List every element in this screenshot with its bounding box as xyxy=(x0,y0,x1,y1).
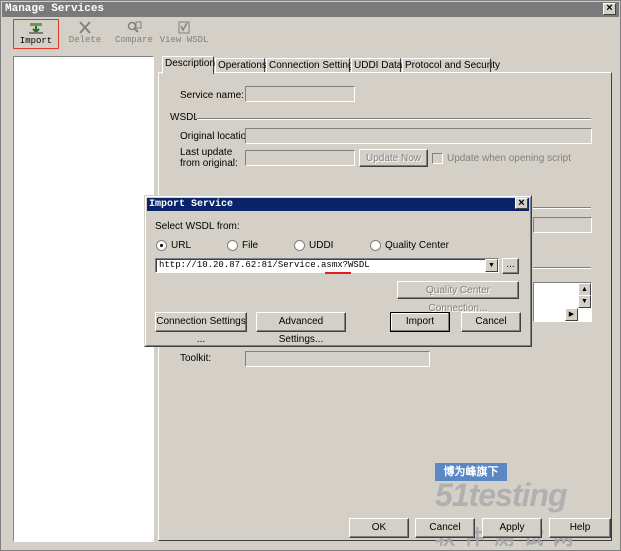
last-update-field xyxy=(245,150,355,166)
wsdl-url-combobox[interactable]: http://10.20.87.62:81/Service.asmx?WSDL xyxy=(155,258,499,273)
service-name-field xyxy=(245,86,355,102)
connection-settings-button[interactable]: Connection Settings ... xyxy=(155,312,247,345)
view-wsdl-toolbar-button[interactable]: View WSDL xyxy=(159,19,209,49)
import-dialog-titlebar: Import Service xyxy=(147,198,529,211)
last-update-label: Last update xyxy=(180,147,233,158)
quality-center-radio-label: Quality Center xyxy=(385,240,449,251)
apply-button[interactable]: Apply xyxy=(482,518,542,538)
manage-services-window: Manage Services × Import Delete Compare … xyxy=(0,0,621,551)
window-close-button[interactable]: × xyxy=(603,3,616,15)
wsdl-group-divider xyxy=(197,118,591,120)
update-now-button[interactable]: Update Now xyxy=(359,149,428,167)
scroll-right-arrow[interactable]: ▶ xyxy=(565,308,578,321)
dialog-cancel-button[interactable]: Cancel xyxy=(461,312,521,332)
tab-protocol-and-security[interactable]: Protocol and Security xyxy=(402,58,500,73)
browse-button[interactable]: ... xyxy=(502,258,519,274)
import-toolbar-button[interactable]: Import xyxy=(13,19,59,49)
file-radio[interactable] xyxy=(227,240,238,251)
url-radio-label: URL xyxy=(171,240,192,251)
original-location-label: Original location: xyxy=(180,131,255,142)
uddi-radio-label: UDDI xyxy=(309,240,334,251)
window-titlebar: Manage Services xyxy=(2,2,619,17)
ok-button[interactable]: OK xyxy=(349,518,409,538)
import-button[interactable]: Import xyxy=(390,312,450,332)
toolkit-field xyxy=(245,351,430,367)
service-list[interactable] xyxy=(13,56,154,542)
compare-toolbar-button[interactable]: Compare xyxy=(111,19,157,49)
import-service-dialog: Import Service × Select WSDL from: URL F… xyxy=(144,195,532,347)
advanced-settings-button[interactable]: Advanced Settings... xyxy=(256,312,346,345)
uddi-radio[interactable] xyxy=(294,240,305,251)
last-update-label-2: from original: xyxy=(180,158,238,169)
watermark-logo: 51testing xyxy=(435,477,567,513)
service-name-label: Service name: xyxy=(180,90,244,101)
hidden-field xyxy=(533,217,592,233)
chevron-down-icon[interactable]: ▼ xyxy=(485,259,498,272)
quality-center-radio[interactable] xyxy=(370,240,381,251)
hidden-group-divider xyxy=(533,207,591,209)
help-button[interactable]: Help xyxy=(549,518,611,538)
import-dialog-title: Import Service xyxy=(149,199,234,210)
update-when-opening-label: Update when opening script xyxy=(447,153,571,164)
wsdl-group-label: WSDL xyxy=(170,112,199,123)
window-title: Manage Services xyxy=(5,3,105,15)
hidden-group-divider-2 xyxy=(533,267,591,269)
tab-connection-settings[interactable]: Connection Settings xyxy=(266,58,359,73)
url-radio[interactable] xyxy=(156,240,167,251)
delete-toolbar-button[interactable]: Delete xyxy=(65,19,105,49)
import-icon xyxy=(29,23,43,34)
file-radio-label: File xyxy=(242,240,259,251)
original-location-field xyxy=(245,128,592,144)
import-dialog-close-button[interactable]: × xyxy=(515,198,528,209)
delete-icon xyxy=(79,21,91,34)
cancel-button[interactable]: Cancel xyxy=(415,518,475,538)
tab-operations[interactable]: Operations xyxy=(215,58,267,73)
toolkit-label: Toolkit: xyxy=(180,353,212,364)
update-when-opening-checkbox[interactable] xyxy=(432,153,443,164)
wsdl-underline-highlight xyxy=(325,272,351,274)
select-wsdl-label: Select WSDL from: xyxy=(155,221,240,232)
view-wsdl-icon xyxy=(178,21,190,34)
wsdl-url-value: http://10.20.87.62:81/Service.asmx?WSDL xyxy=(159,260,370,270)
tab-uddi-data[interactable]: UDDI Data xyxy=(351,58,402,73)
scroll-down-arrow[interactable]: ▼ xyxy=(578,295,591,308)
tab-description[interactable]: Description xyxy=(162,56,215,74)
compare-icon xyxy=(127,21,142,33)
quality-center-connection-button[interactable]: Quality Center Connection... xyxy=(397,281,519,314)
